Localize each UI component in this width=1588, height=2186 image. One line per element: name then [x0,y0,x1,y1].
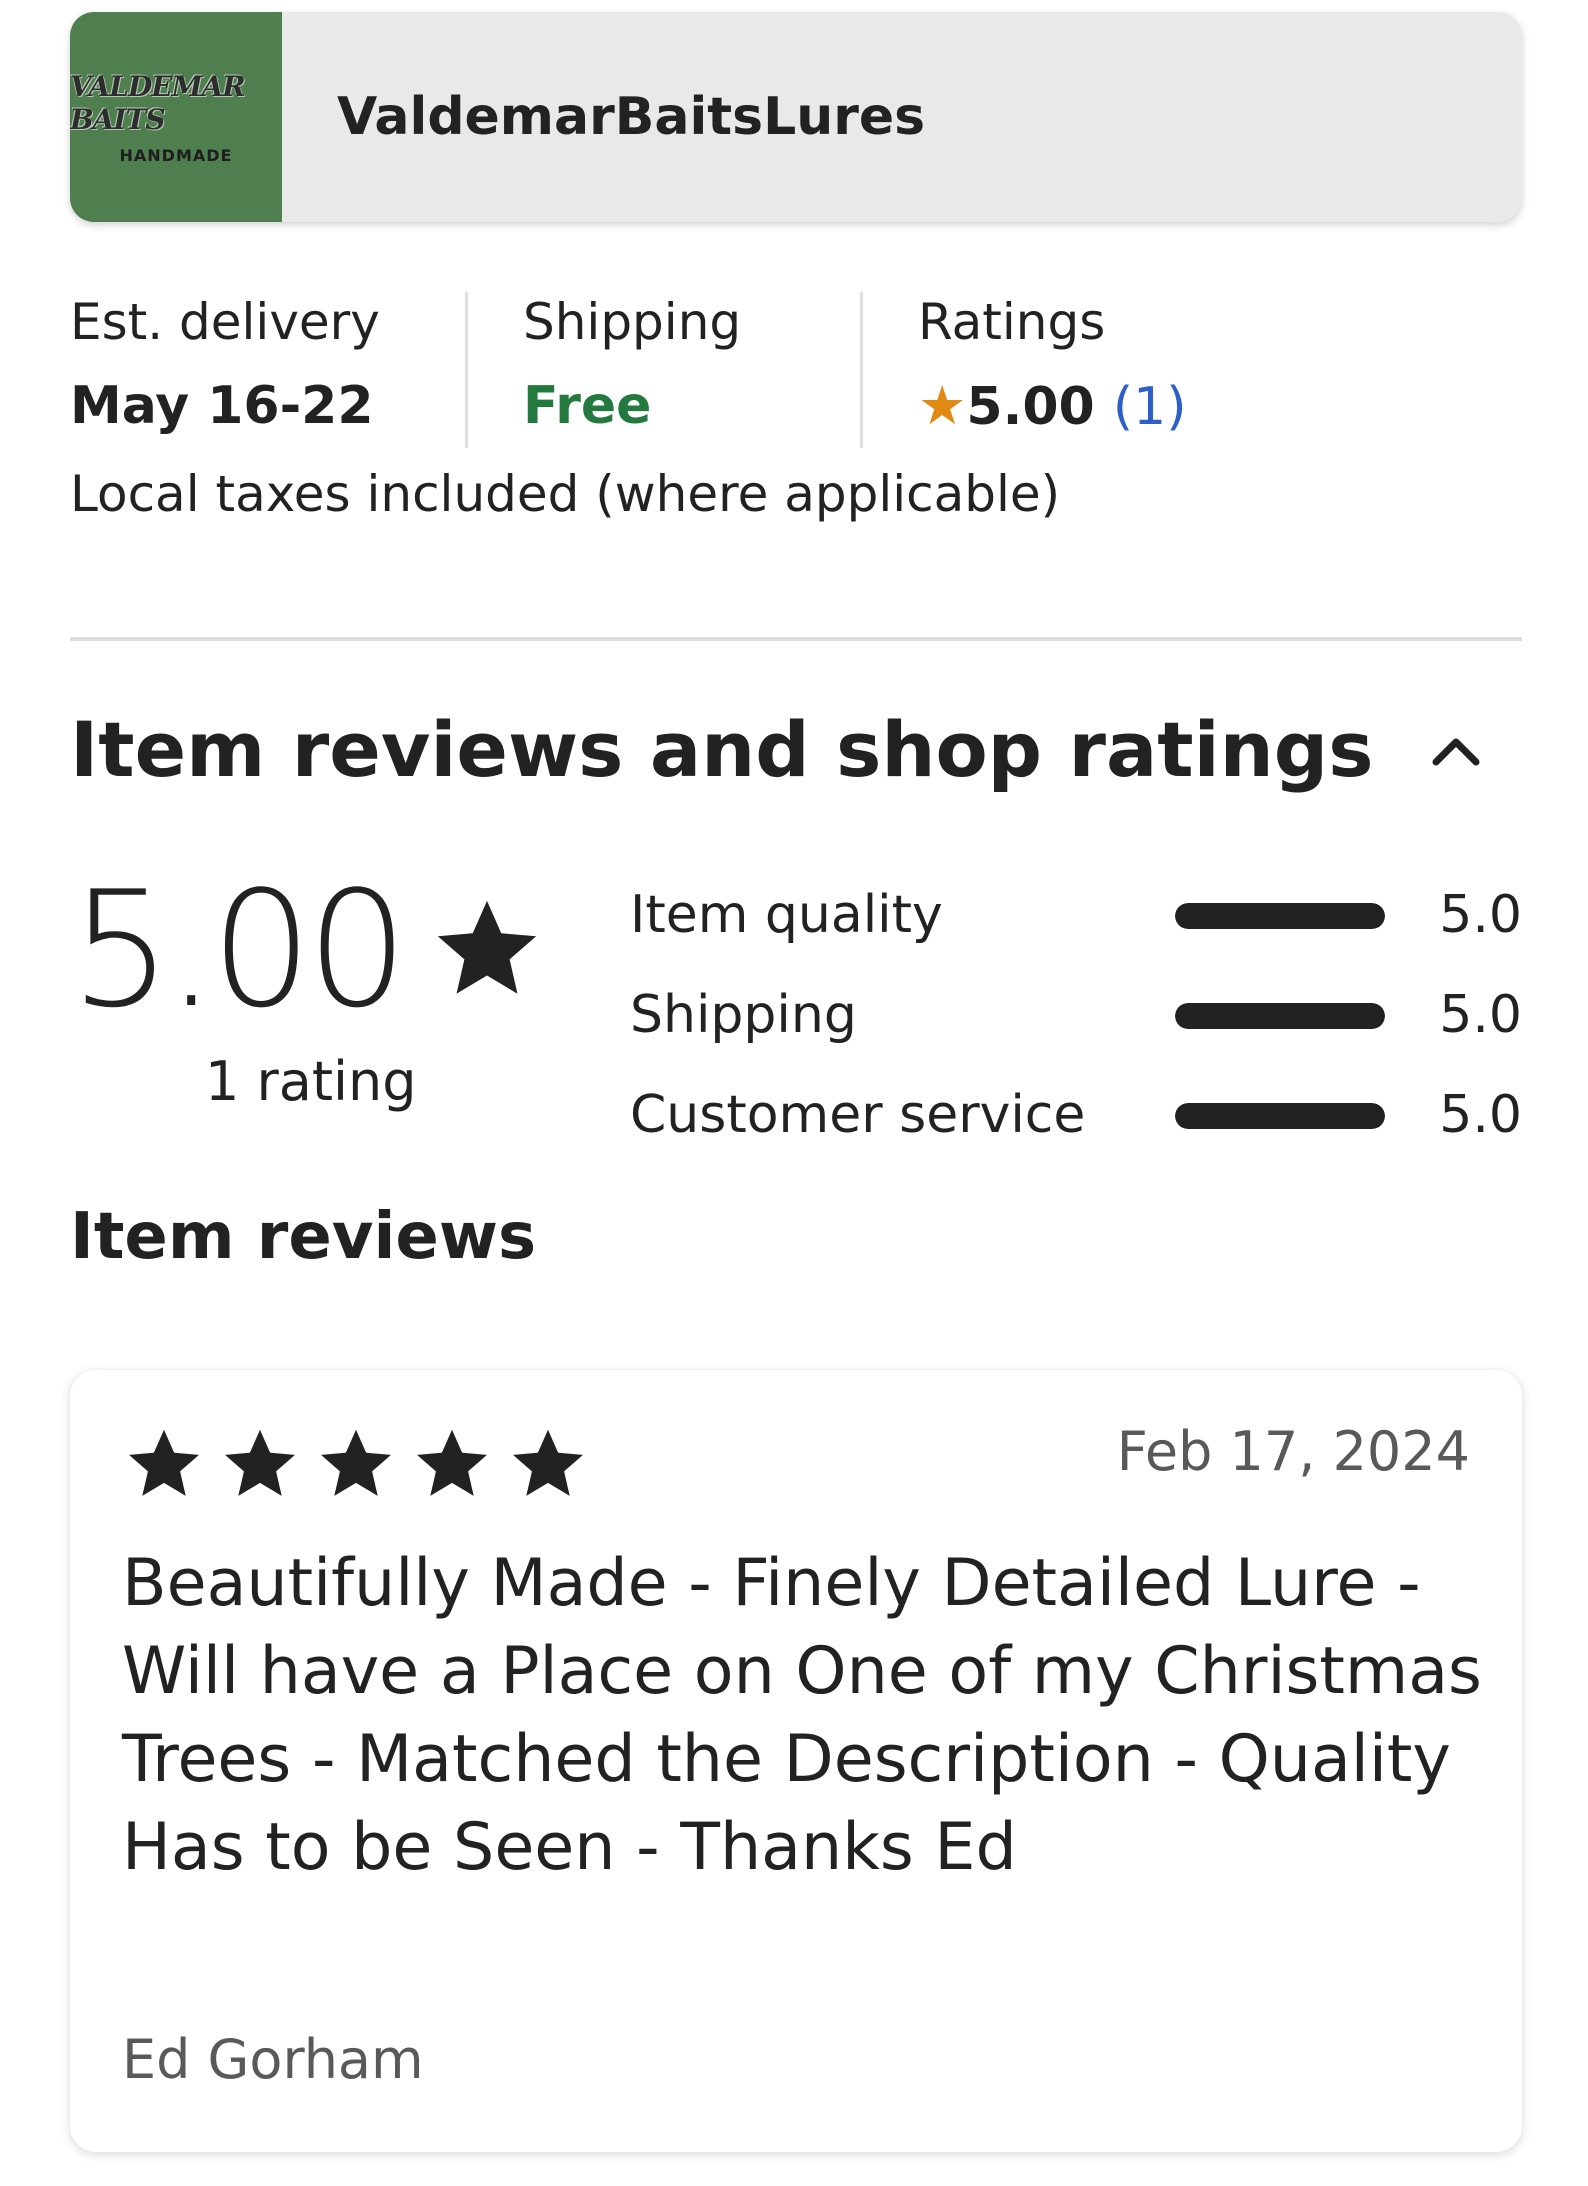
metric-bar-fill [1175,1003,1385,1029]
metric-item-quality: Item quality 5.0 [630,882,1522,948]
star-icon [437,900,537,994]
ratings-label: Ratings [918,293,1106,351]
metric-label: Shipping [630,985,857,1045]
metric-label: Item quality [630,885,943,945]
delivery-label: Est. delivery [70,293,380,351]
logo-wordmark: VALDEMAR BAITS [70,69,246,136]
metric-value: 5.0 [1439,1085,1522,1145]
chevron-up-icon[interactable] [1428,730,1484,770]
ratings-info[interactable]: Ratings ★5.00 (1) [860,292,1187,448]
metric-bar-fill [1175,903,1385,929]
star-icon [513,1429,583,1496]
logo-subtext: HANDMADE [119,145,233,165]
shop-logo[interactable]: VALDEMAR BAITS HANDMADE [70,12,282,222]
shop-info-row: Est. delivery May 16-22 Shipping Free Ra… [70,292,1187,448]
star-icon: ★ [918,374,967,437]
rating-count: 1 rating [205,1050,417,1113]
taxes-note: Local taxes included (where applicable) [70,465,1061,523]
metric-bar [1175,903,1385,929]
star-icon [225,1429,295,1496]
metric-value: 5.0 [1439,985,1522,1045]
metric-bar-fill [1175,1103,1385,1129]
ratings-value: 5.00 [966,377,1095,437]
review-date: Feb 17, 2024 [1116,1420,1470,1483]
delivery-value: May 16-22 [70,376,374,436]
review-text: Beautifully Made - Finely Detailed Lure … [122,1546,1482,1885]
delivery-info: Est. delivery May 16-22 [70,292,465,448]
metric-value: 5.0 [1439,885,1522,945]
section-divider [70,637,1522,641]
overall-rating: 5.00 [70,856,408,1043]
metric-bar [1175,1003,1385,1029]
star-icon [417,1429,487,1496]
shipping-label: Shipping [523,293,742,351]
shipping-info: Shipping Free [465,292,860,448]
star-icon [129,1429,199,1496]
reviews-section-title: Item reviews and shop ratings [70,705,1374,794]
review-card: Feb 17, 2024 Beautifully Made - Finely D… [70,1370,1522,2152]
shop-card[interactable]: VALDEMAR BAITS HANDMADE ValdemarBaitsLur… [70,12,1522,222]
shop-name[interactable]: ValdemarBaitsLures [337,87,925,147]
shipping-value: Free [523,376,652,436]
metric-customer-service: Customer service 5.0 [630,1082,1522,1148]
metric-bar [1175,1103,1385,1129]
ratings-count-link[interactable]: (1) [1113,377,1187,437]
metric-label: Customer service [630,1085,1086,1145]
review-stars [122,1422,602,1506]
metric-shipping: Shipping 5.0 [630,982,1522,1048]
reviewer-name[interactable]: Ed Gorham [122,2028,424,2091]
star-icon [321,1429,391,1496]
ratings-value-row[interactable]: ★5.00 (1) [918,374,1187,438]
item-reviews-title: Item reviews [70,1200,537,1274]
